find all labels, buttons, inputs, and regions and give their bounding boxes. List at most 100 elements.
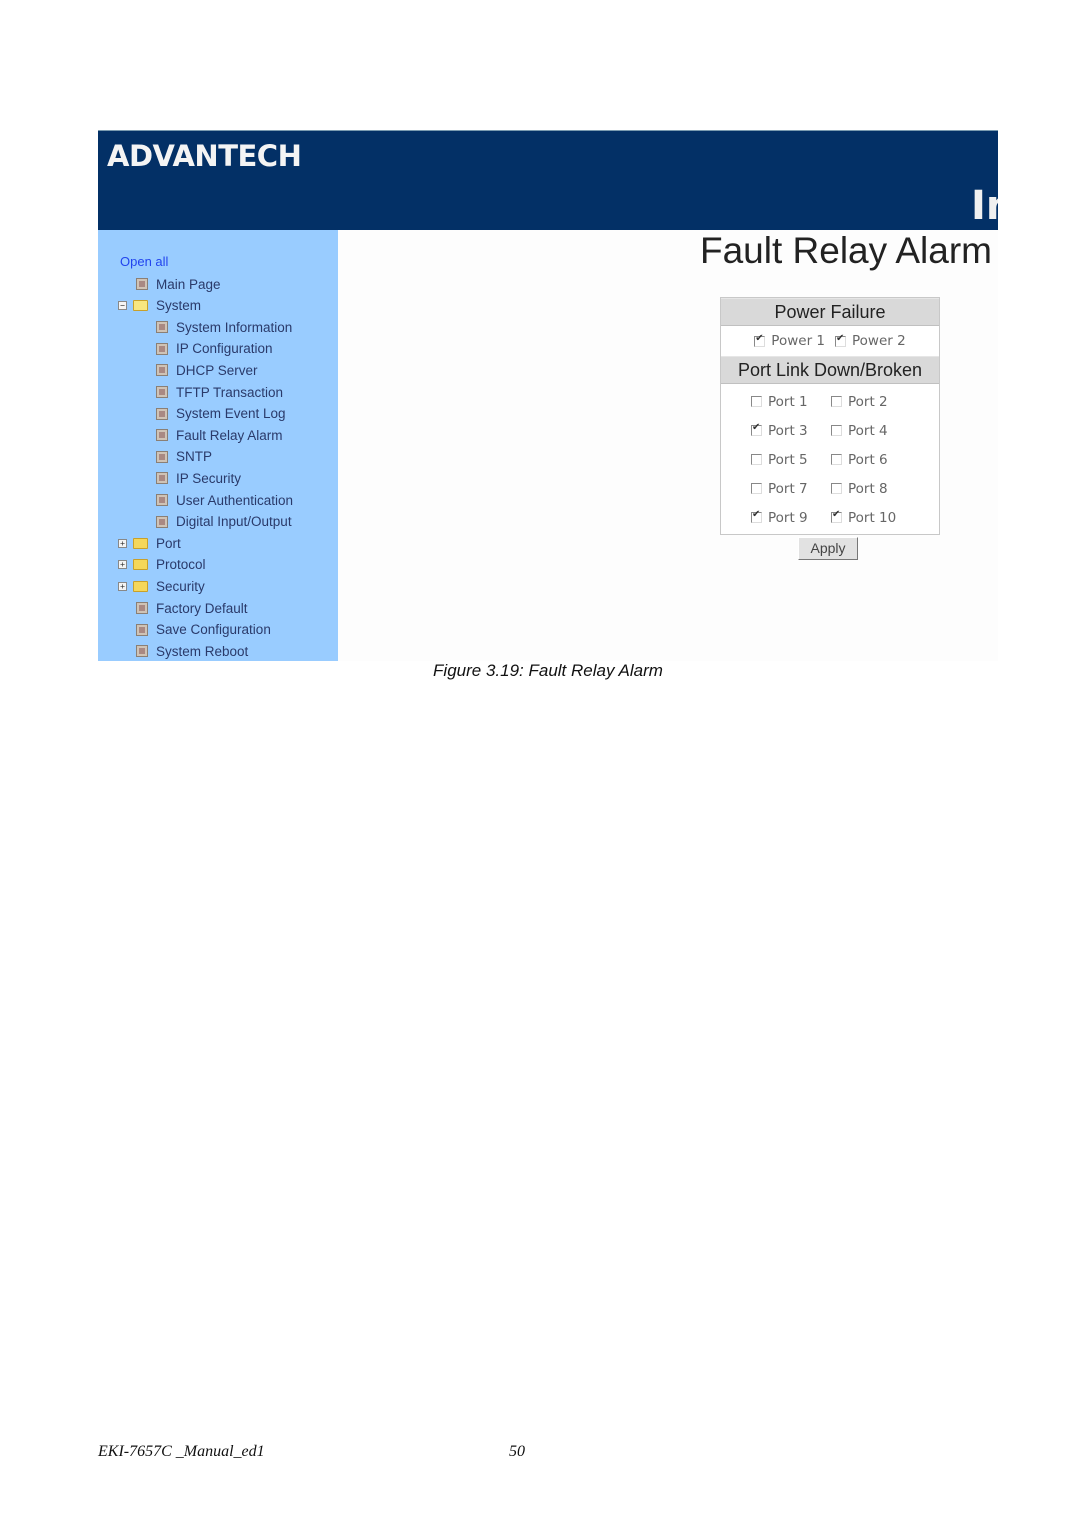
tree-item-label: Fault Relay Alarm — [176, 427, 283, 443]
page-icon — [156, 515, 168, 528]
port-6-checkbox[interactable] — [831, 454, 842, 465]
port-3-checkbox[interactable] — [751, 422, 762, 436]
port-1-checkbox[interactable] — [751, 396, 762, 407]
port-9-option[interactable]: Port 9 — [751, 509, 821, 526]
port-4-checkbox[interactable] — [831, 425, 842, 436]
port-row: Port 5 Port 6 — [721, 445, 939, 474]
page-icon — [156, 450, 168, 463]
port-5-label: Port 5 — [768, 451, 808, 468]
page-title: Fault Relay Alarm — [700, 230, 992, 271]
port-8-checkbox[interactable] — [831, 483, 842, 494]
tree-item-system[interactable]: − System — [118, 297, 201, 315]
expand-toggle-icon[interactable]: + — [118, 538, 127, 548]
collapse-toggle-icon[interactable]: − — [118, 301, 127, 311]
page-icon — [156, 386, 168, 398]
tree-item-protocol[interactable]: + Protocol — [118, 556, 206, 574]
power-1-option[interactable]: Power 1 — [754, 333, 825, 349]
tree-item-user-authentication[interactable]: User Authentication — [156, 491, 293, 509]
tree-item-label: SNTP — [176, 449, 213, 465]
folder-icon — [133, 559, 148, 571]
tree-item-label: System — [156, 298, 202, 314]
expand-toggle-icon[interactable]: + — [118, 560, 127, 570]
figure-caption: Figure 3.19: Fault Relay Alarm — [433, 661, 663, 680]
port-9-checkbox[interactable] — [751, 509, 762, 523]
port-2-checkbox[interactable] — [831, 396, 842, 407]
port-7-label: Port 7 — [768, 480, 808, 497]
tree-item-label: User Authentication — [176, 492, 294, 508]
port-8-option[interactable]: Port 8 — [831, 481, 909, 497]
tree-item-tftp-transaction[interactable]: TFTP Transaction — [156, 383, 283, 401]
port-2-option[interactable]: Port 2 — [831, 394, 909, 410]
power-1-checkbox[interactable] — [754, 333, 766, 347]
tree-item-label: System Event Log — [176, 406, 286, 422]
tree-item-fault-relay-alarm[interactable]: Fault Relay Alarm — [156, 426, 283, 444]
power-1-label: Power 1 — [771, 333, 825, 349]
power-failure-heading: Power Failure — [721, 298, 939, 326]
folder-icon — [133, 580, 148, 592]
port-10-option[interactable]: Port 10 — [831, 509, 909, 526]
tree-item-security[interactable]: + Security — [118, 577, 205, 595]
port-6-label: Port 6 — [848, 451, 888, 468]
tree-item-system-information[interactable]: System Information — [156, 318, 292, 336]
folder-open-icon — [133, 300, 148, 312]
tree-item-label: TFTP Transaction — [176, 384, 284, 400]
port-5-option[interactable]: Port 5 — [751, 452, 821, 468]
tree-item-label: Port — [156, 535, 181, 551]
page-icon — [156, 472, 168, 485]
tree-item-label: Save Configuration — [156, 622, 271, 638]
fault-relay-panel: Power Failure Power 1 Power 2 Port Link … — [720, 297, 940, 535]
open-all-link[interactable]: Open all — [120, 254, 168, 269]
tree-item-label: Main Page — [156, 276, 221, 292]
port-7-checkbox[interactable] — [751, 483, 762, 494]
tree-item-ip-configuration[interactable]: IP Configuration — [156, 340, 273, 358]
page-icon — [156, 321, 168, 334]
tree-item-label: System Reboot — [156, 643, 249, 659]
tree-item-system-reboot[interactable]: System Reboot — [136, 642, 248, 660]
apply-button[interactable]: Apply — [798, 537, 858, 560]
footer-doc-name: EKI-7657C _Manual_ed1 — [98, 1443, 265, 1460]
power-2-label: Power 2 — [852, 333, 906, 349]
port-3-option[interactable]: Port 3 — [751, 422, 821, 439]
tree-item-digital-input-output[interactable]: Digital Input/Output — [156, 513, 292, 531]
tree-item-factory-default[interactable]: Factory Default — [136, 599, 248, 617]
tree-item-label: IP Configuration — [176, 341, 273, 357]
port-options: Port 1Port 2Port 3Port 4Port 5Port 6Port… — [721, 384, 939, 534]
page-icon — [156, 429, 168, 442]
tree-item-sntp[interactable]: SNTP — [156, 448, 212, 466]
tree-item-save-configuration[interactable]: Save Configuration — [136, 621, 271, 639]
port-row: Port 9 Port 10 — [721, 503, 939, 532]
expand-toggle-icon[interactable]: + — [118, 581, 127, 591]
port-row: Port 7 Port 8 — [721, 474, 939, 503]
port-3-label: Port 3 — [768, 422, 808, 439]
web-ui-screenshot: ADVANTECH In Open all Main Page − System Sy… — [98, 130, 998, 661]
page-icon — [156, 364, 168, 377]
page-icon — [136, 278, 148, 290]
port-link-heading: Port Link Down/Broken — [721, 356, 939, 384]
page-icon — [136, 623, 148, 636]
port-7-option[interactable]: Port 7 — [751, 481, 821, 497]
power-2-checkbox[interactable] — [835, 333, 846, 347]
port-1-option[interactable]: Port 1 — [751, 394, 821, 410]
port-5-checkbox[interactable] — [751, 454, 762, 465]
power-2-option[interactable]: Power 2 — [835, 333, 906, 349]
port-row: Port 1 Port 2 — [721, 387, 939, 416]
header-banner: ADVANTECH In — [98, 130, 998, 230]
tree-item-dhcp-server[interactable]: DHCP Server — [156, 361, 258, 379]
page-icon — [136, 602, 148, 614]
tree-item-ip-security[interactable]: IP Security — [156, 469, 241, 487]
tree-item-port[interactable]: + Port — [118, 534, 181, 552]
tree-item-label: IP Security — [176, 470, 242, 486]
main-content: Fault Relay Alarm Power Failure Power 1 … — [338, 230, 998, 661]
port-4-option[interactable]: Port 4 — [831, 423, 909, 439]
page-icon — [136, 645, 148, 658]
port-6-option[interactable]: Port 6 — [831, 452, 909, 468]
port-1-label: Port 1 — [768, 393, 808, 410]
folder-icon — [133, 537, 148, 549]
port-10-checkbox[interactable] — [831, 509, 842, 523]
tree-item-system-event-log[interactable]: System Event Log — [156, 405, 286, 423]
tree-item-label: Security — [156, 578, 205, 594]
tree-item-main-page[interactable]: Main Page — [136, 275, 221, 293]
port-9-label: Port 9 — [768, 509, 808, 526]
tree-item-label: System Information — [176, 319, 293, 335]
power-options-row: Power 1 Power 2 — [721, 326, 939, 356]
